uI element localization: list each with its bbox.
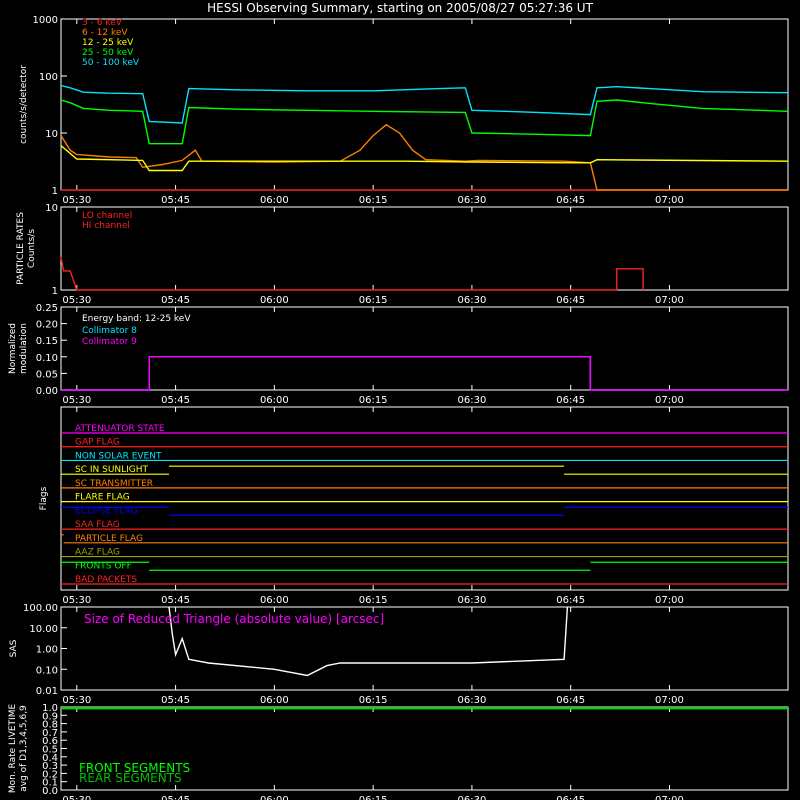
particle-rates-ytick-label: 1 (52, 286, 58, 297)
particle-rates-ylabel: Counts/s (27, 229, 37, 268)
flags-xtick-label: 06:30 (457, 595, 486, 606)
livetime-xtick-label: 06:45 (556, 795, 585, 800)
legend-entry: 3 - 6 keV (82, 18, 123, 28)
modulation-series-Collimator 8 (61, 356, 788, 391)
particle-rates-frame (60, 206, 789, 291)
count-rates-series-6 - 12 keV (60, 123, 788, 191)
sas-ytick-label: 0.01 (36, 686, 58, 697)
flags-ylabel: Flags (39, 486, 49, 510)
count-rates-xtick-label: 06:45 (556, 195, 585, 206)
flags-xtick-label: 06:00 (260, 595, 289, 606)
sas-ytick-label: 100.00 (23, 603, 58, 614)
sas-xtick-label: 06:15 (359, 695, 388, 706)
legend-entry: 6 - 12 keV (82, 28, 128, 38)
legend-entry: HI channel (82, 221, 130, 231)
modulation-ytick-label: 0.10 (36, 353, 58, 364)
energy-band-label: Energy band: 12-25 keV (82, 314, 191, 324)
particle-rates-ylabel: PARTICLE RATES (16, 212, 26, 285)
particle-rates-xtick-label: 06:30 (457, 295, 486, 306)
sas-ytick-label: 1.00 (36, 645, 58, 656)
livetime-xtick-label: 06:30 (457, 795, 486, 800)
particle-rates-xtick-label: 05:45 (161, 295, 190, 306)
count-rates-xtick-label: 05:45 (161, 195, 190, 206)
hessi-summary-figure: HESSI Observing Summary, starting on 200… (8, 1, 789, 800)
count-rates-ytick-label: 1000 (33, 15, 58, 26)
sas-xtick-label: 06:45 (556, 695, 585, 706)
sas-ytick-label: 0.10 (36, 665, 58, 676)
sas-ylabel: SAS (9, 639, 19, 657)
count-rates-xtick-label: 07:00 (655, 195, 684, 206)
legend-entry: 12 - 25 keV (82, 38, 134, 48)
modulation-ytick-label: 0.15 (36, 336, 58, 347)
modulation-xtick-label: 07:00 (655, 395, 684, 406)
particle-rates-series-HI channel (60, 256, 644, 291)
sas-xtick-label: 07:00 (655, 695, 684, 706)
flags-xtick-label: 05:30 (62, 595, 91, 606)
legend-entry: 50 - 100 keV (82, 58, 140, 68)
modulation-xtick-label: 06:45 (556, 395, 585, 406)
modulation-ytick-label: 0.05 (36, 369, 58, 380)
count-rates-xtick-label: 06:00 (260, 195, 289, 206)
legend-entry: Collimator 9 (82, 337, 137, 347)
legend-entry: LO channel (82, 211, 132, 221)
modulation-xtick-label: 06:30 (457, 395, 486, 406)
particle-rates-xtick-label: 06:00 (260, 295, 289, 306)
flags-xtick-label: 06:15 (359, 595, 388, 606)
count-rates-xtick-label: 06:15 (359, 195, 388, 206)
sas-xtick-label: 06:00 (260, 695, 289, 706)
livetime-xtick-label: 05:45 (161, 795, 190, 800)
modulation-xtick-label: 06:15 (359, 395, 388, 406)
legend-entry: Collimator 8 (82, 326, 137, 336)
particle-rates-xtick-label: 05:30 (62, 295, 91, 306)
count-rates-xtick-label: 06:30 (457, 195, 486, 206)
count-rates-series-50 - 100 keV (60, 84, 789, 124)
modulation-xtick-label: 06:00 (260, 395, 289, 406)
livetime-ytick-label: 1.0 (42, 703, 58, 714)
particle-rates-xtick-label: 07:00 (655, 295, 684, 306)
livetime-ylabel: Mon. Rate LIVETIME (8, 704, 18, 794)
livetime-xtick-label: 07:00 (655, 795, 684, 800)
count-rates-frame (60, 18, 789, 191)
flags-xtick-label: 05:45 (161, 595, 190, 606)
modulation-ytick-label: 0.20 (36, 320, 58, 331)
sas-ytick-label: 10.00 (29, 624, 58, 635)
livetime-xtick-label: 06:00 (260, 795, 289, 800)
flags-xtick-label: 07:00 (655, 595, 684, 606)
sas-annotation: Size of Reduced Triangle (absolute value… (84, 612, 384, 626)
modulation-xtick-label: 05:45 (161, 395, 190, 406)
legend-entry: REAR SEGMENTS (79, 771, 182, 785)
sas-xtick-label: 05:45 (161, 695, 190, 706)
modulation-ytick-label: 0.00 (36, 386, 58, 397)
modulation-series-Collimator 9 (61, 356, 788, 391)
count-rates-xtick-label: 05:30 (62, 195, 91, 206)
modulation-ylabel: modulation (19, 323, 29, 374)
count-rates-ylabel: counts/s/detector (19, 65, 29, 144)
modulation-ytick-label: 0.25 (36, 303, 58, 314)
livetime-ylabel: avg of D1,3,4,5,6,9 (19, 705, 29, 792)
flags-xtick-label: 06:45 (556, 595, 585, 606)
count-rates-ytick-label: 1 (52, 186, 58, 197)
particle-rates-xtick-label: 06:15 (359, 295, 388, 306)
sas-xtick-label: 05:30 (62, 695, 91, 706)
particle-rates-ytick-label: 10 (45, 203, 58, 214)
livetime-xtick-label: 05:30 (62, 795, 91, 800)
figure: HESSI Observing Summary, starting on 200… (0, 0, 800, 800)
legend-entry: 25 - 50 keV (82, 48, 134, 58)
count-rates-ytick-label: 100 (39, 72, 58, 83)
livetime-xtick-label: 06:15 (359, 795, 388, 800)
figure-title: HESSI Observing Summary, starting on 200… (207, 1, 593, 15)
modulation-ylabel: Normalized (8, 323, 18, 374)
count-rates-ytick-label: 10 (45, 129, 58, 140)
modulation-xtick-label: 05:30 (62, 395, 91, 406)
particle-rates-xtick-label: 06:45 (556, 295, 585, 306)
sas-xtick-label: 06:30 (457, 695, 486, 706)
